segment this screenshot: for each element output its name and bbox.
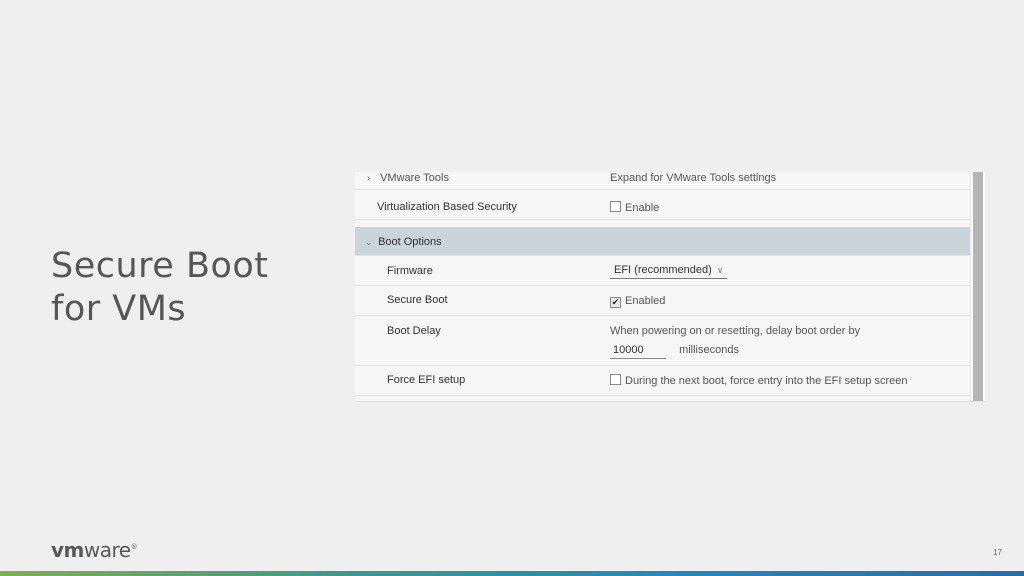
vbs-checkbox-label: Enable <box>625 202 660 214</box>
firmware-dropdown[interactable]: EFI (recommended) ∨ <box>610 264 728 279</box>
scrollbar[interactable] <box>970 172 985 401</box>
boot-delay-unit: milliseconds <box>679 344 739 356</box>
vbs-row: Virtualization Based Security Enable <box>355 190 970 220</box>
logo-trademark: ® <box>130 543 138 551</box>
force-efi-checkbox[interactable] <box>610 374 621 385</box>
chevron-down-icon[interactable]: ⌄ <box>365 237 375 248</box>
boot-delay-row: Boot Delay When powering on or resetting… <box>355 316 970 366</box>
vmware-tools-label: VMware Tools <box>380 172 449 184</box>
caret-down-icon: ∨ <box>716 265 724 275</box>
slide-title: Secure Boot for VMs <box>51 245 269 331</box>
boot-delay-label: Boot Delay <box>387 325 441 337</box>
page-number: 17 <box>993 548 1002 557</box>
firmware-label: Firmware <box>387 265 433 277</box>
force-efi-label: Force EFI setup <box>387 374 466 386</box>
boot-options-label: Boot Options <box>378 236 442 248</box>
vbs-label: Virtualization Based Security <box>377 201 517 213</box>
chevron-right-icon[interactable]: › <box>367 173 377 184</box>
firmware-selected-value: EFI (recommended) <box>614 264 712 276</box>
firmware-row: Firmware EFI (recommended) ∨ <box>355 256 970 286</box>
force-efi-row: Force EFI setup During the next boot, fo… <box>355 366 970 396</box>
secure-boot-checkbox[interactable]: ✔ <box>610 297 621 308</box>
vm-settings-panel: › VMware Tools Expand for VMware Tools s… <box>355 172 985 402</box>
secure-boot-row: Secure Boot ✔ Enabled <box>355 286 970 316</box>
vbs-checkbox[interactable] <box>610 201 621 212</box>
boot-options-header[interactable]: ⌄ Boot Options <box>355 227 970 256</box>
vmware-tools-row[interactable]: › VMware Tools Expand for VMware Tools s… <box>355 172 970 190</box>
force-efi-checkbox-label: During the next boot, force entry into t… <box>625 375 908 387</box>
logo-bold-text: vm <box>51 538 84 562</box>
boot-delay-description: When powering on or resetting, delay boo… <box>610 325 861 337</box>
boot-delay-input[interactable]: 10000 <box>610 344 666 359</box>
secure-boot-label: Secure Boot <box>387 294 448 306</box>
vmware-tools-value: Expand for VMware Tools settings <box>610 172 777 184</box>
slide-title-line2: for VMs <box>51 289 187 329</box>
scrollbar-thumb[interactable] <box>973 172 983 401</box>
slide-title-line1: Secure Boot <box>51 246 269 286</box>
secure-boot-checkbox-label: Enabled <box>625 295 666 307</box>
vmware-logo: vmware® <box>51 538 138 562</box>
logo-text: ware <box>83 538 131 562</box>
check-icon: ✔ <box>611 297 620 307</box>
brand-color-bar <box>0 571 1024 576</box>
